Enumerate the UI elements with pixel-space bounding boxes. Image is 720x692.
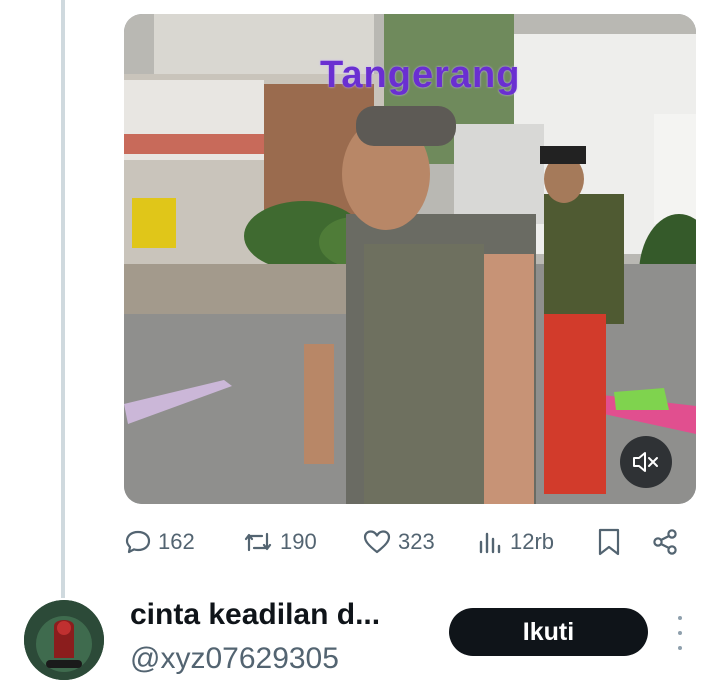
thread-connector-line xyxy=(61,0,65,598)
post-action-bar: 162 190 323 12rb xyxy=(124,522,684,562)
dot xyxy=(678,631,682,635)
dot xyxy=(678,616,682,620)
more-options-icon[interactable] xyxy=(670,616,690,650)
follow-button[interactable]: Ikuti xyxy=(449,608,648,656)
avatar-image xyxy=(24,600,104,680)
bar-chart-icon xyxy=(479,532,501,554)
video-watermark: Tangerang xyxy=(320,54,521,96)
share-icon xyxy=(653,529,677,555)
like-button[interactable]: 323 xyxy=(362,522,435,562)
reply-count: 162 xyxy=(158,529,195,554)
reply-button[interactable]: 162 xyxy=(124,522,195,562)
dot xyxy=(678,646,682,650)
repost-button[interactable]: 190 xyxy=(242,522,317,562)
like-count: 323 xyxy=(398,529,435,554)
post-video[interactable]: Tangerang xyxy=(124,14,696,504)
suggested-user-card[interactable]: cinta keadilan d... @xyz07629305 Ikuti xyxy=(0,590,720,692)
share-button[interactable] xyxy=(650,522,680,562)
mute-toggle-button[interactable] xyxy=(620,436,672,488)
user-handle[interactable]: @xyz07629305 xyxy=(130,642,339,676)
display-name[interactable]: cinta keadilan d... xyxy=(130,598,380,632)
repost-icon xyxy=(244,532,272,552)
bookmark-icon xyxy=(598,528,620,556)
bookmark-button[interactable] xyxy=(596,522,622,562)
heart-icon xyxy=(363,530,391,554)
view-count: 12rb xyxy=(510,529,555,554)
speaker-muted-icon xyxy=(633,452,658,472)
comment-bubble-icon xyxy=(125,530,151,554)
views-button[interactable]: 12rb xyxy=(478,522,554,562)
repost-count: 190 xyxy=(280,529,317,554)
avatar[interactable] xyxy=(24,600,104,680)
